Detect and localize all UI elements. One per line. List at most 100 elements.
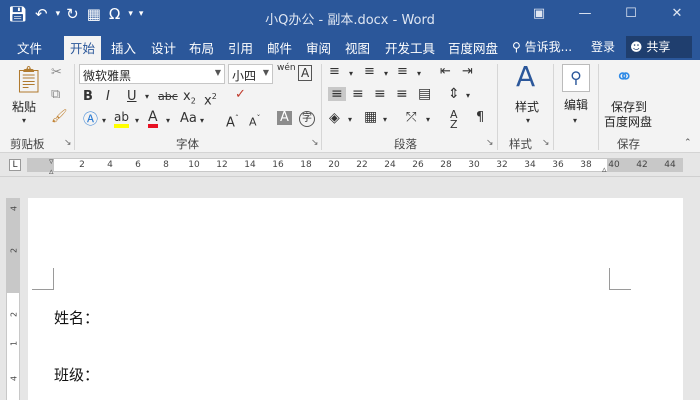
share-button[interactable]: ☻ 共享 (626, 36, 692, 58)
font-group-label: 字体 (176, 137, 199, 151)
doc-line-class[interactable]: 班级： (54, 364, 99, 385)
multilevel-list-icon[interactable]: ≡ (397, 65, 408, 79)
right-indent-marker[interactable]: ▵ (602, 163, 607, 177)
chinese-layout-dropdown-icon[interactable]: ▾ (426, 113, 430, 127)
ruler-tick: 38 (580, 160, 592, 170)
clear-formatting-icon[interactable]: ✓ (235, 88, 246, 102)
styles-launcher-icon[interactable]: ↘ (542, 138, 550, 148)
hanging-indent-marker[interactable]: ▵ (49, 165, 54, 179)
character-border-icon[interactable]: A (298, 65, 313, 81)
clipboard-launcher-icon[interactable]: ↘ (64, 138, 72, 148)
chevron-down-icon[interactable]: ▼ (215, 68, 221, 77)
login-link[interactable]: 登录 (591, 38, 615, 55)
horizontal-ruler: 2 4 6 8 10 12 14 16 18 20 22 24 26 28 30 32 34 36 38 40 42 44… (0, 153, 700, 177)
bullets-dropdown-icon[interactable]: ▾ (349, 67, 353, 81)
shrink-font-icon[interactable]: Aˇ (249, 112, 261, 130)
tab-design[interactable]: 设计 (151, 38, 176, 57)
underline-icon[interactable]: U (127, 90, 137, 104)
increase-indent-icon[interactable]: ⇥ (462, 65, 473, 79)
cut-icon[interactable]: ✂ (51, 66, 62, 80)
superscript-icon[interactable]: x2 (204, 90, 217, 108)
styles-button-label[interactable]: 样式 (515, 98, 539, 115)
paste-dropdown-icon[interactable]: ▾ (22, 114, 26, 128)
vertical-ruler-tick: 2 (9, 311, 19, 318)
shading-icon[interactable]: ◈ (329, 111, 340, 125)
phonetic-guide-icon[interactable]: wén (277, 63, 296, 73)
tab-insert[interactable]: 插入 (111, 38, 136, 57)
tab-review[interactable]: 审阅 (306, 38, 331, 57)
tab-references[interactable]: 引用 (228, 38, 253, 57)
bullets-icon[interactable]: ≡ (329, 65, 340, 79)
justify-icon[interactable]: ≡ (396, 87, 408, 101)
baidu-netdisk-icon[interactable]: ⚭ (615, 66, 633, 90)
minimize-icon[interactable]: — (562, 6, 608, 21)
editing-dropdown-icon[interactable]: ▾ (573, 114, 577, 128)
font-name-combo[interactable]: 微软雅黑 ▼ (79, 64, 225, 84)
document-page[interactable] (28, 198, 683, 400)
group-separator (598, 64, 599, 150)
italic-icon[interactable]: I (106, 90, 110, 104)
tab-baidu-netdisk[interactable]: 百度网盘 (448, 38, 498, 57)
decrease-indent-icon[interactable]: ⇤ (440, 65, 451, 79)
underline-dropdown-icon[interactable]: ▾ (145, 90, 149, 104)
line-spacing-dropdown-icon[interactable]: ▾ (466, 89, 470, 103)
numbering-dropdown-icon[interactable]: ▾ (384, 67, 388, 81)
tab-file[interactable]: 文件 (17, 38, 42, 57)
tell-me-box[interactable]: ⚲ 告诉我... (512, 38, 572, 55)
doc-line-name[interactable]: 姓名： (54, 307, 99, 328)
text-effects-icon[interactable]: Ⓐ (83, 112, 98, 127)
chevron-down-icon[interactable]: ▼ (263, 68, 269, 77)
tab-developer[interactable]: 开发工具 (385, 38, 435, 57)
line-spacing-icon[interactable]: ⇕ (448, 87, 460, 101)
tab-home[interactable]: 开始 (64, 36, 102, 60)
close-icon[interactable]: ✕ (654, 6, 700, 21)
shading-dropdown-icon[interactable]: ▾ (348, 113, 352, 127)
subscript-icon[interactable]: x2 (183, 90, 196, 109)
align-left-icon[interactable]: ≡ (328, 87, 346, 101)
ruler-tick: 26 (412, 160, 424, 170)
save-to-baidu-line2[interactable]: 百度网盘 (604, 113, 652, 130)
font-color-icon[interactable]: A (148, 110, 158, 128)
change-case-dropdown-icon[interactable]: ▾ (200, 114, 204, 128)
font-size-combo[interactable]: 小四 ▼ (228, 64, 273, 84)
tab-layout[interactable]: 布局 (189, 38, 214, 57)
chinese-layout-icon[interactable]: ⤱ (406, 111, 416, 125)
font-color-dropdown-icon[interactable]: ▾ (166, 114, 170, 128)
change-case-icon[interactable]: Aa (180, 112, 197, 126)
collapse-ribbon-icon[interactable]: ⌃ (684, 136, 692, 150)
font-launcher-icon[interactable]: ↘ (311, 138, 319, 148)
search-icon[interactable]: ⚲ (562, 64, 590, 92)
text-effects-dropdown-icon[interactable]: ▾ (102, 114, 106, 128)
tab-view[interactable]: 视图 (345, 38, 370, 57)
enclose-characters-icon[interactable]: 字 (299, 111, 315, 127)
align-center-icon[interactable]: ≡ (352, 87, 364, 101)
ruler-tick: 32 (496, 160, 508, 170)
format-painter-icon[interactable]: 🖌︎ (51, 110, 68, 124)
highlight-icon[interactable]: ab (114, 110, 129, 128)
copy-icon[interactable]: ⧉ (51, 88, 60, 102)
grow-font-icon[interactable]: Aˆ (226, 112, 239, 130)
ribbon-display-options-icon[interactable]: ▣ (516, 6, 562, 21)
highlight-dropdown-icon[interactable]: ▾ (135, 114, 139, 128)
lightbulb-icon: ⚲ (512, 40, 521, 54)
align-right-icon[interactable]: ≡ (374, 87, 386, 101)
styles-icon[interactable]: A (516, 62, 535, 92)
editing-button-label[interactable]: 编辑 (564, 96, 588, 113)
styles-dropdown-icon[interactable]: ▾ (526, 114, 530, 128)
distributed-icon[interactable]: ▤ (418, 87, 431, 101)
numbering-icon[interactable]: ≡ (364, 65, 375, 79)
multilevel-dropdown-icon[interactable]: ▾ (417, 67, 421, 81)
show-marks-icon[interactable]: ¶ (476, 111, 484, 125)
paste-icon[interactable]: 📋︎ (12, 66, 45, 94)
bold-icon[interactable]: B (83, 90, 93, 104)
tab-selector[interactable]: L (9, 159, 21, 171)
maximize-icon[interactable]: ☐ (608, 6, 654, 21)
character-shading-icon[interactable]: A (277, 111, 292, 125)
sort-icon[interactable]: AZ (450, 109, 458, 130)
paste-label[interactable]: 粘贴 (12, 98, 36, 115)
tab-mailings[interactable]: 邮件 (267, 38, 292, 57)
borders-icon[interactable]: ▦ (364, 110, 377, 124)
paragraph-launcher-icon[interactable]: ↘ (486, 138, 494, 148)
borders-dropdown-icon[interactable]: ▾ (383, 113, 387, 127)
strikethrough-icon[interactable]: abc (158, 90, 178, 104)
